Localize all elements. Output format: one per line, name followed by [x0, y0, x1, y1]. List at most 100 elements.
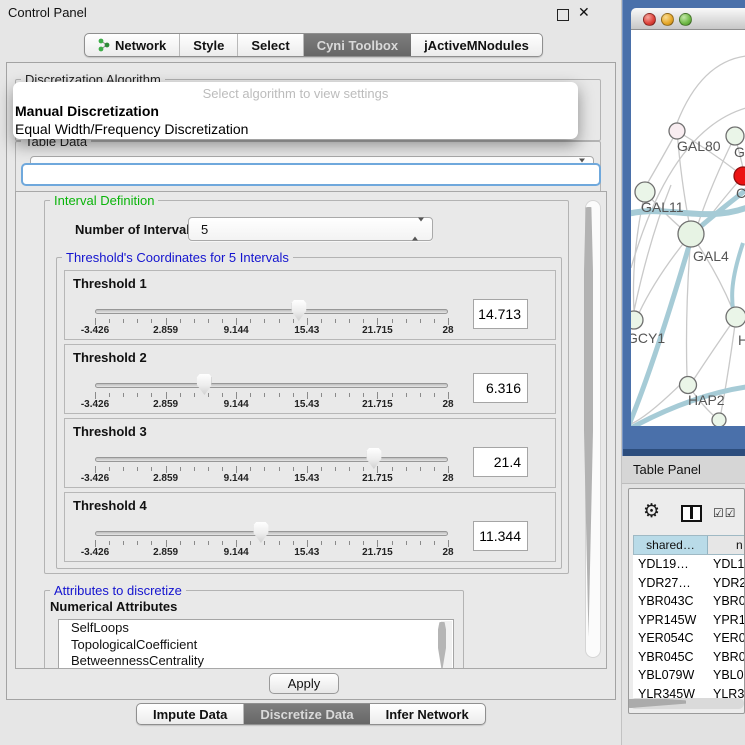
- threshold-value-field[interactable]: 21.4: [473, 447, 528, 477]
- attribute-item[interactable]: BetweennessCentrality: [59, 653, 453, 669]
- number-of-intervals-value: 5: [201, 222, 208, 237]
- number-of-intervals-label: Number of Intervals: [75, 222, 197, 237]
- threshold-value-field[interactable]: 11.344: [473, 521, 528, 551]
- slider-thumb[interactable]: [253, 522, 268, 543]
- cell-name: YBR0: [707, 650, 745, 664]
- tick-label: 15.43: [294, 325, 319, 336]
- control-panel: Control Panel ✕ NetworkStyleSelect Cyni T…: [0, 0, 622, 745]
- network-graph: GAL80GACGAL11GAL4GCY1HHAP2: [631, 30, 745, 426]
- threshold-slider[interactable]: -3.4262.8599.14415.4321.71528: [95, 271, 448, 341]
- cyni-toolbox-panel: Discretization Algorithm Table Data galF…: [6, 62, 616, 700]
- threshold-value-field[interactable]: 6.316: [473, 373, 528, 403]
- threshold-coordinates-title: Threshold's Coordinates for 5 Intervals: [62, 250, 293, 265]
- table-header-row[interactable]: shared… n: [633, 535, 745, 555]
- tab-cyni-toolbox[interactable]: Cyni Toolbox: [304, 34, 411, 56]
- number-of-intervals-combobox[interactable]: 5: [188, 217, 433, 241]
- slider-thumb[interactable]: [197, 374, 212, 395]
- cell-name: YER0: [707, 631, 745, 645]
- horizontal-scrollbar[interactable]: [630, 698, 744, 709]
- node-label: H: [738, 332, 745, 348]
- table-row[interactable]: YDL19…YDL1: [633, 555, 745, 574]
- slider-thumb[interactable]: [291, 300, 306, 321]
- tick-label: 21.715: [362, 473, 393, 484]
- attributes-group-title: Attributes to discretize: [50, 583, 186, 598]
- select-columns-checkboxes-icon[interactable]: ☑☑: [713, 506, 737, 520]
- network-edge[interactable]: [694, 317, 736, 379]
- mac-zoom-button[interactable]: [679, 13, 692, 26]
- slider-track: [95, 383, 448, 388]
- float-window-icon[interactable]: [557, 9, 569, 21]
- attribute-item[interactable]: TopologicalCoefficient: [59, 637, 453, 654]
- tab-label: Impute Data: [153, 707, 227, 722]
- tick-label: 15.43: [294, 399, 319, 410]
- gear-icon[interactable]: ⚙: [643, 502, 660, 522]
- column-header-name[interactable]: n: [708, 536, 745, 554]
- tick-label: 21.715: [362, 399, 393, 410]
- tab-discretize-data[interactable]: Discretize Data: [244, 704, 369, 724]
- tick-label: 28: [442, 547, 453, 558]
- table-row[interactable]: YDR27…YDR2: [633, 574, 745, 593]
- tab-style[interactable]: Style: [180, 34, 238, 56]
- table-row[interactable]: YBR043CYBR0: [633, 592, 745, 611]
- network-node[interactable]: [712, 413, 726, 426]
- table-row[interactable]: YLR345WYLR3: [633, 685, 745, 700]
- tick-label: 2.859: [153, 473, 178, 484]
- algorithm-option[interactable]: Equal Width/Frequency Discretization: [13, 120, 578, 138]
- network-node[interactable]: [678, 221, 704, 247]
- threshold-slider[interactable]: -3.4262.8599.14415.4321.71528: [95, 419, 448, 489]
- network-window-titlebar[interactable]: [631, 8, 745, 30]
- mac-close-button[interactable]: [643, 13, 656, 26]
- tick-label: 28: [442, 473, 453, 484]
- algorithm-option[interactable]: Manual Discretization: [13, 102, 578, 120]
- tab-impute-data[interactable]: Impute Data: [137, 704, 244, 724]
- tick-label: 15.43: [294, 547, 319, 558]
- panel-scrollbar[interactable]: [585, 200, 601, 658]
- threshold-slider[interactable]: -3.4262.8599.14415.4321.71528: [95, 345, 448, 415]
- tab-select[interactable]: Select: [238, 34, 303, 56]
- network-edge[interactable]: [677, 56, 745, 123]
- apply-button[interactable]: Apply: [269, 673, 339, 694]
- attribute-item[interactable]: SelfLoops: [59, 620, 453, 637]
- tick-label: 21.715: [362, 325, 393, 336]
- algorithm-combobox[interactable]: [21, 163, 601, 186]
- node-label: GAL11: [641, 199, 684, 215]
- tab-label: Cyni Toolbox: [317, 38, 398, 53]
- tick-label: 9.144: [224, 399, 249, 410]
- mac-minimize-button[interactable]: [661, 13, 674, 26]
- tick-label: 28: [442, 399, 453, 410]
- tick-label: 9.144: [224, 547, 249, 558]
- network-node[interactable]: [734, 167, 745, 185]
- close-icon[interactable]: ✕: [578, 4, 590, 21]
- network-node[interactable]: [680, 377, 697, 394]
- panel-title: Control Panel: [8, 5, 87, 20]
- threshold-slider[interactable]: -3.4262.8599.14415.4321.71528: [95, 493, 448, 563]
- threshold-value-field[interactable]: 14.713: [473, 299, 528, 329]
- numerical-attributes-label: Numerical Attributes: [50, 599, 177, 614]
- algorithm-hint-option[interactable]: Select algorithm to view settings: [13, 85, 578, 102]
- slider-thumb[interactable]: [366, 448, 381, 469]
- network-edge[interactable]: [647, 131, 677, 184]
- numerical-attributes-list[interactable]: SelfLoopsTopologicalCoefficientBetweenne…: [58, 619, 454, 669]
- table-row[interactable]: YPR145WYPR1: [633, 611, 745, 630]
- network-node[interactable]: [669, 123, 685, 139]
- node-table-card: ⚙ ☑☑ shared… n YDL19…YDL1YDR27…YDR2YBR04…: [628, 488, 745, 714]
- table-row[interactable]: YER054CYER0: [633, 629, 745, 648]
- tab-network[interactable]: Network: [85, 34, 180, 56]
- network-node[interactable]: [631, 311, 643, 329]
- cell-shared-name: YBL079W: [633, 668, 707, 682]
- columns-icon[interactable]: [681, 505, 702, 522]
- list-scrollbar[interactable]: [441, 621, 452, 669]
- table-row[interactable]: YBR045CYBR0: [633, 648, 745, 667]
- network-node[interactable]: [726, 127, 744, 145]
- interval-definition-title: Interval Definition: [50, 193, 158, 208]
- column-header-shared[interactable]: shared…: [634, 536, 708, 554]
- tick-label: 2.859: [153, 399, 178, 410]
- tab-jactivemnodules[interactable]: jActiveMNodules: [411, 34, 542, 56]
- network-node[interactable]: [726, 307, 745, 327]
- tick-label: 21.715: [362, 547, 393, 558]
- tab-infer-network[interactable]: Infer Network: [370, 704, 485, 724]
- slider-track: [95, 309, 448, 314]
- table-row[interactable]: YBL079WYBL0: [633, 666, 745, 685]
- cell-shared-name: YBR045C: [633, 650, 707, 664]
- network-canvas[interactable]: GAL80GACGAL11GAL4GCY1HHAP2: [631, 30, 745, 426]
